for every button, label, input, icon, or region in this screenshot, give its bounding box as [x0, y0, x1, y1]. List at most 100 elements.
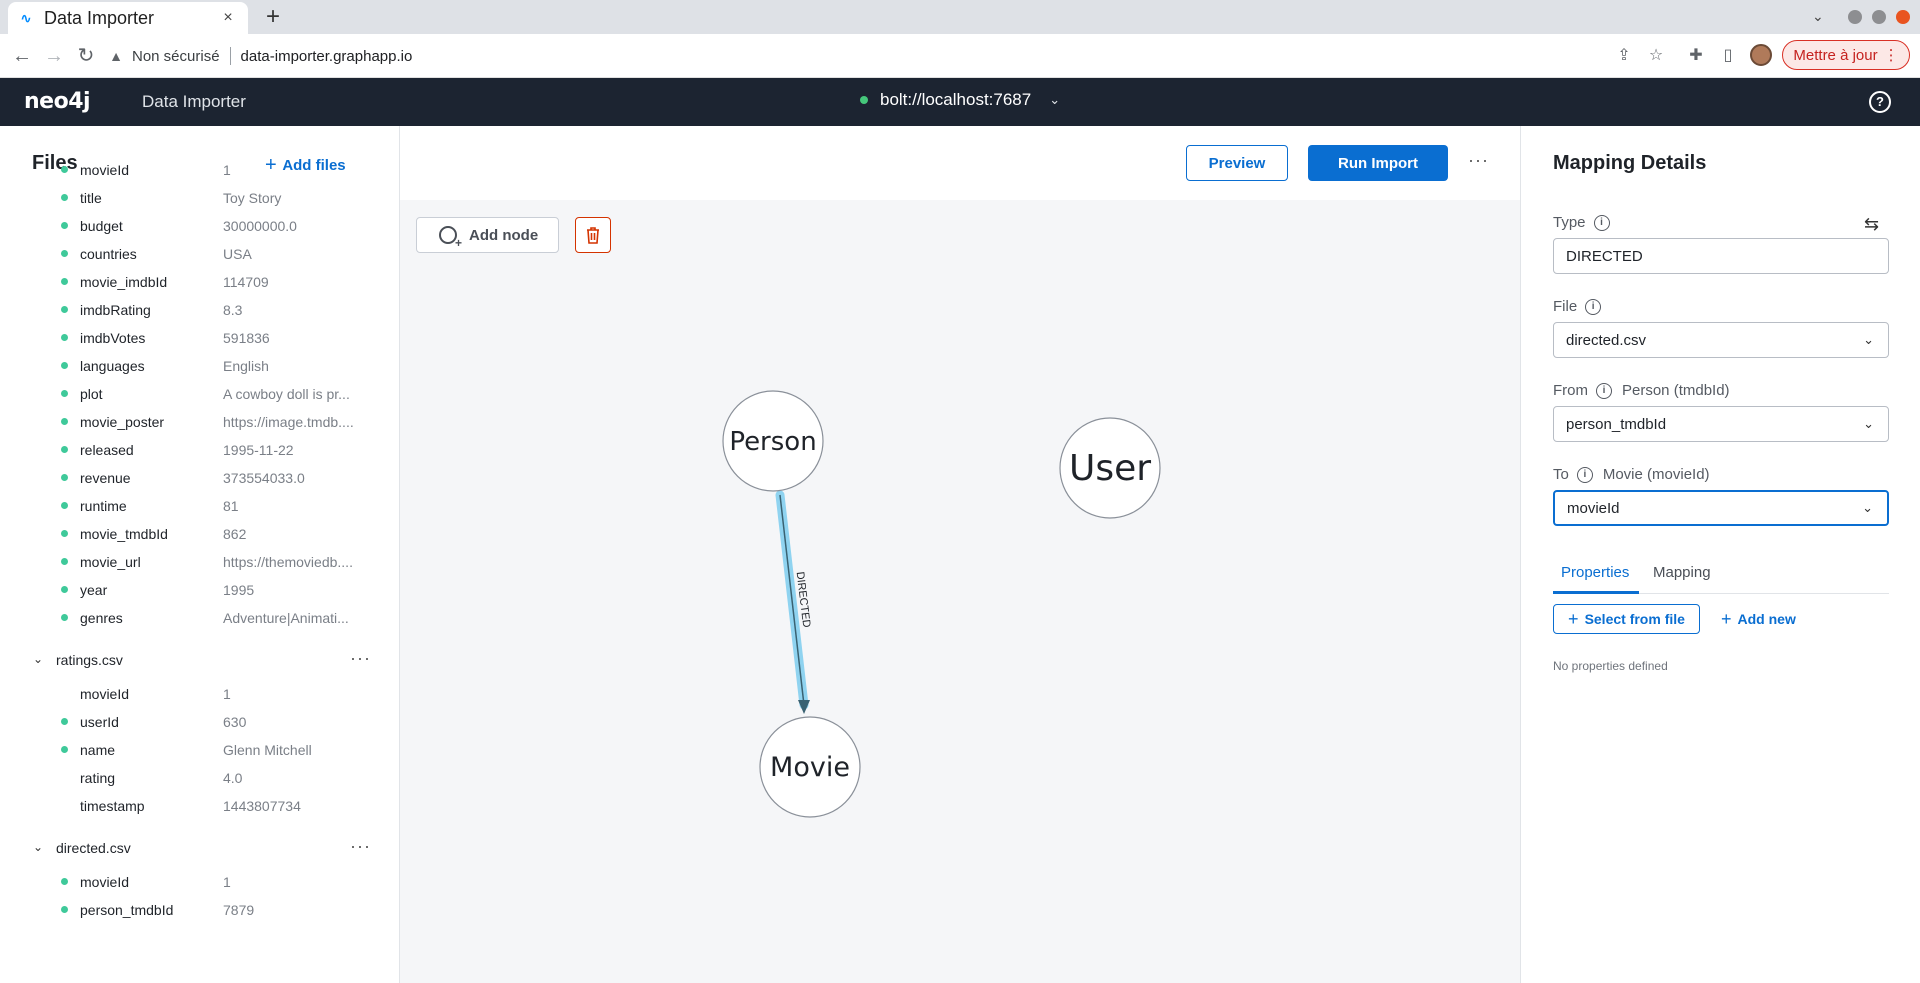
browser-tab[interactable]: ∿ Data Importer ×	[8, 2, 248, 34]
field-row[interactable]: name Glenn Mitchell	[0, 736, 399, 764]
field-row[interactable]: rating 4.0	[0, 764, 399, 792]
mapped-status-dot	[61, 390, 68, 397]
preview-button[interactable]: Preview	[1186, 145, 1288, 181]
field-row[interactable]: timestamp 1443807734	[0, 792, 399, 820]
field-row[interactable]: countries USA	[0, 240, 399, 268]
field-row[interactable]: runtime 81	[0, 492, 399, 520]
field-sample-value: 630	[223, 714, 247, 730]
field-name: released	[80, 442, 134, 458]
update-label: Mettre à jour	[1793, 46, 1878, 64]
node-person[interactable]: Person	[722, 390, 824, 492]
from-label-row: From i Person (tmdbId)	[1553, 382, 1730, 399]
field-row[interactable]: movie_imdbId 114709	[0, 268, 399, 296]
to-select[interactable]: movieId ⌄	[1553, 490, 1889, 526]
forward-icon[interactable]: →	[40, 42, 68, 70]
relationship-directed[interactable]: DIRECTED	[775, 490, 812, 714]
field-sample-value: 114709	[223, 274, 269, 290]
tab-search-icon[interactable]: ⌄	[1812, 8, 1824, 25]
share-icon[interactable]: ⇪	[1614, 46, 1634, 66]
field-row[interactable]: movieId 1	[0, 156, 399, 184]
swap-direction-icon[interactable]: ⇆	[1864, 214, 1879, 235]
field-name: genres	[80, 610, 123, 626]
select-from-file-button[interactable]: + Select from file	[1553, 604, 1700, 634]
field-row[interactable]: imdbRating 8.3	[0, 296, 399, 324]
mapped-status-dot	[61, 446, 68, 453]
field-row[interactable]: userId 630	[0, 708, 399, 736]
file-options-icon[interactable]: ···	[350, 836, 371, 857]
file-header[interactable]: ⌄ ratings.csv ···	[0, 646, 399, 676]
field-row[interactable]: movie_url https://themoviedb....	[0, 548, 399, 576]
info-icon[interactable]: i	[1585, 298, 1602, 315]
security-label[interactable]: Non sécurisé	[132, 48, 220, 65]
new-tab-button[interactable]: +	[260, 4, 286, 30]
mapped-status-dot	[61, 614, 68, 621]
address-bar[interactable]: ▲ Non sécurisé data-importer.graphapp.io	[108, 40, 1648, 72]
node-user[interactable]: User	[1059, 417, 1161, 519]
field-row[interactable]: plot A cowboy doll is pr...	[0, 380, 399, 408]
field-row[interactable]: movieId 1	[0, 868, 399, 896]
field-row[interactable]: person_tmdbId 7879	[0, 896, 399, 924]
add-node-icon	[439, 226, 462, 250]
chevron-down-icon[interactable]: ⌄	[33, 652, 43, 666]
field-row[interactable]: imdbVotes 591836	[0, 324, 399, 352]
update-browser-button[interactable]: Mettre à jour ⋮	[1782, 40, 1910, 70]
back-icon[interactable]: ←	[8, 42, 36, 70]
warning-icon[interactable]: ▲	[108, 48, 124, 64]
field-row[interactable]: movie_tmdbId 862	[0, 520, 399, 548]
mapping-details-panel: Mapping Details Type i DIRECTED File i d…	[1520, 126, 1920, 983]
field-name: year	[80, 582, 108, 598]
reload-icon[interactable]: ↻	[72, 42, 100, 70]
tab-close-icon[interactable]: ×	[218, 9, 238, 27]
file-select[interactable]: directed.csv ⌄	[1553, 322, 1889, 358]
extensions-puzzle-icon[interactable]: ✚	[1686, 46, 1706, 66]
close-window-button[interactable]	[1896, 10, 1910, 24]
minimize-window-button[interactable]	[1848, 10, 1862, 24]
field-name: userId	[80, 714, 119, 730]
side-panel-icon[interactable]: ▯	[1718, 46, 1738, 66]
select-from-file-label: Select from file	[1584, 611, 1685, 627]
field-sample-value: 81	[223, 498, 239, 514]
type-input[interactable]: DIRECTED	[1553, 238, 1889, 274]
info-icon[interactable]: i	[1596, 382, 1612, 399]
file-options-icon[interactable]: ···	[350, 648, 371, 669]
more-options-icon[interactable]: ···	[1468, 150, 1489, 171]
graph-canvas[interactable]: DIRECTED Person User Movie Add node	[400, 200, 1520, 983]
field-row[interactable]: released 1995-11-22	[0, 436, 399, 464]
field-row[interactable]: revenue 373554033.0	[0, 464, 399, 492]
field-row[interactable]: genres Adventure|Animati...	[0, 604, 399, 632]
field-row[interactable]: movieId 1	[0, 680, 399, 708]
field-row[interactable]: year 1995	[0, 576, 399, 604]
node-movie[interactable]: Movie	[759, 716, 861, 818]
run-import-button[interactable]: Run Import	[1308, 145, 1448, 181]
type-label-row: Type i	[1553, 214, 1610, 231]
app-header: neo4j Data Importer bolt://localhost:768…	[0, 78, 1920, 126]
add-new-property-button[interactable]: + Add new	[1721, 604, 1796, 634]
details-title: Mapping Details	[1553, 152, 1707, 174]
info-icon[interactable]: i	[1576, 466, 1593, 483]
connection-selector[interactable]: bolt://localhost:7687 ⌄	[860, 90, 1060, 110]
field-sample-value: A cowboy doll is pr...	[223, 386, 350, 402]
info-icon[interactable]: i	[1593, 214, 1610, 231]
maximize-window-button[interactable]	[1872, 10, 1886, 24]
tab-properties[interactable]: Properties	[1561, 564, 1629, 581]
chevron-down-icon[interactable]: ⌄	[33, 840, 43, 854]
field-name: person_tmdbId	[80, 902, 174, 918]
field-row[interactable]: movie_poster https://image.tmdb....	[0, 408, 399, 436]
help-icon[interactable]: ?	[1869, 91, 1891, 113]
tab-mapping[interactable]: Mapping	[1653, 564, 1711, 581]
trash-icon[interactable]	[575, 217, 611, 253]
profile-avatar[interactable]	[1750, 44, 1772, 66]
field-row[interactable]: languages English	[0, 352, 399, 380]
field-name: plot	[80, 386, 103, 402]
mapped-status-dot	[61, 306, 68, 313]
file-header[interactable]: ⌄ directed.csv ···	[0, 834, 399, 864]
from-select[interactable]: person_tmdbId ⌄	[1553, 406, 1889, 442]
url-text[interactable]: data-importer.graphapp.io	[241, 48, 413, 65]
field-row[interactable]: title Toy Story	[0, 184, 399, 212]
field-name: languages	[80, 358, 145, 374]
add-node-button[interactable]: Add node	[416, 217, 559, 253]
mapped-status-dot	[61, 166, 68, 173]
field-row[interactable]: budget 30000000.0	[0, 212, 399, 240]
bookmark-star-icon[interactable]: ☆	[1646, 46, 1666, 66]
neo4j-favicon-icon: ∿	[20, 9, 32, 26]
